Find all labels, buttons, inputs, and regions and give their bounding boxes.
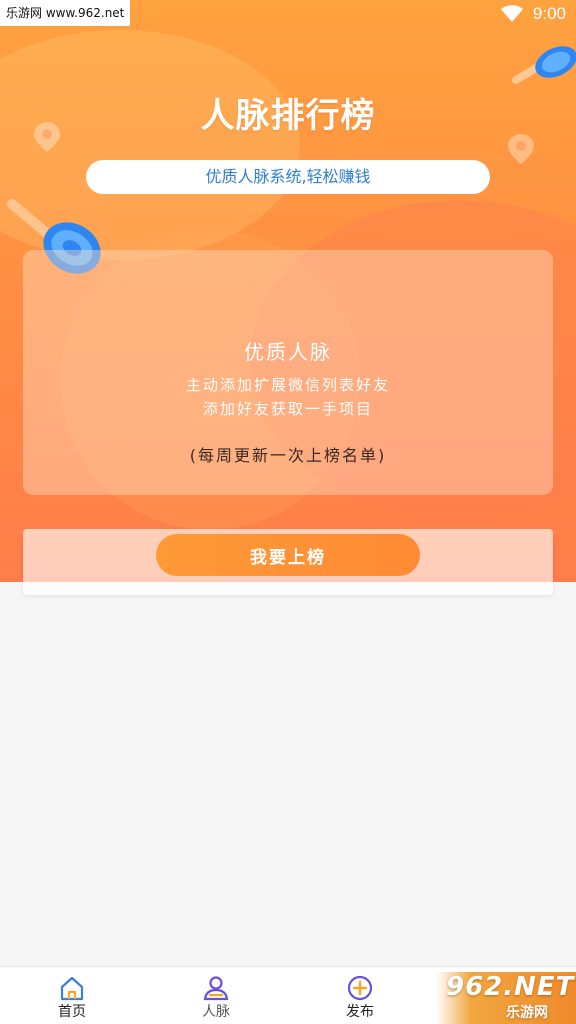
hero-banner: 乐游网 www.962.net 9:00 人脉排行榜 优质人脉系统,轻松赚钱 优…	[0, 0, 576, 582]
watermark-sub: 乐游网	[506, 1005, 548, 1021]
nav-label: 人脉	[202, 1004, 230, 1020]
watermark-label: 乐游网 www.962.net	[0, 0, 131, 26]
card-description-line: 添加好友获取一手项目	[202, 400, 373, 418]
location-pin-icon	[508, 134, 534, 164]
join-ranking-button[interactable]: 我要上榜	[156, 534, 420, 576]
wifi-icon	[500, 5, 523, 22]
plus-circle-icon	[347, 975, 373, 1001]
action-panel: 我要上榜	[23, 529, 553, 595]
watermark-mark: 962.NET	[446, 972, 575, 1002]
status-indicators: 9:00	[500, 3, 566, 25]
home-icon	[60, 976, 84, 1001]
card-update-note: (每周更新一次上榜名单)	[189, 446, 387, 465]
nav-label: 首页	[58, 1004, 86, 1020]
coin-decoration-icon	[512, 46, 576, 84]
info-card: 优质人脉 主动添加扩展微信列表好友 添加好友获取一手项目 (每周更新一次上榜名单…	[23, 250, 553, 495]
nav-item-contacts[interactable]: 人脉	[144, 967, 288, 1024]
page-title: 人脉排行榜	[200, 96, 376, 136]
nav-label: 发布	[346, 1004, 374, 1020]
subtitle-banner: 优质人脉系统,轻松赚钱	[86, 160, 490, 194]
watermark-badge: 962.NET 乐游网	[436, 972, 576, 1024]
status-bar: 乐游网 www.962.net 9:00	[0, 0, 576, 28]
status-time: 9:00	[532, 4, 566, 23]
card-heading: 优质人脉	[244, 340, 332, 364]
card-description-line: 主动添加扩展微信列表好友	[185, 376, 390, 394]
nav-item-home[interactable]: 首页	[0, 967, 144, 1024]
person-icon	[203, 976, 229, 1001]
nav-item-publish[interactable]: 发布	[288, 967, 432, 1024]
